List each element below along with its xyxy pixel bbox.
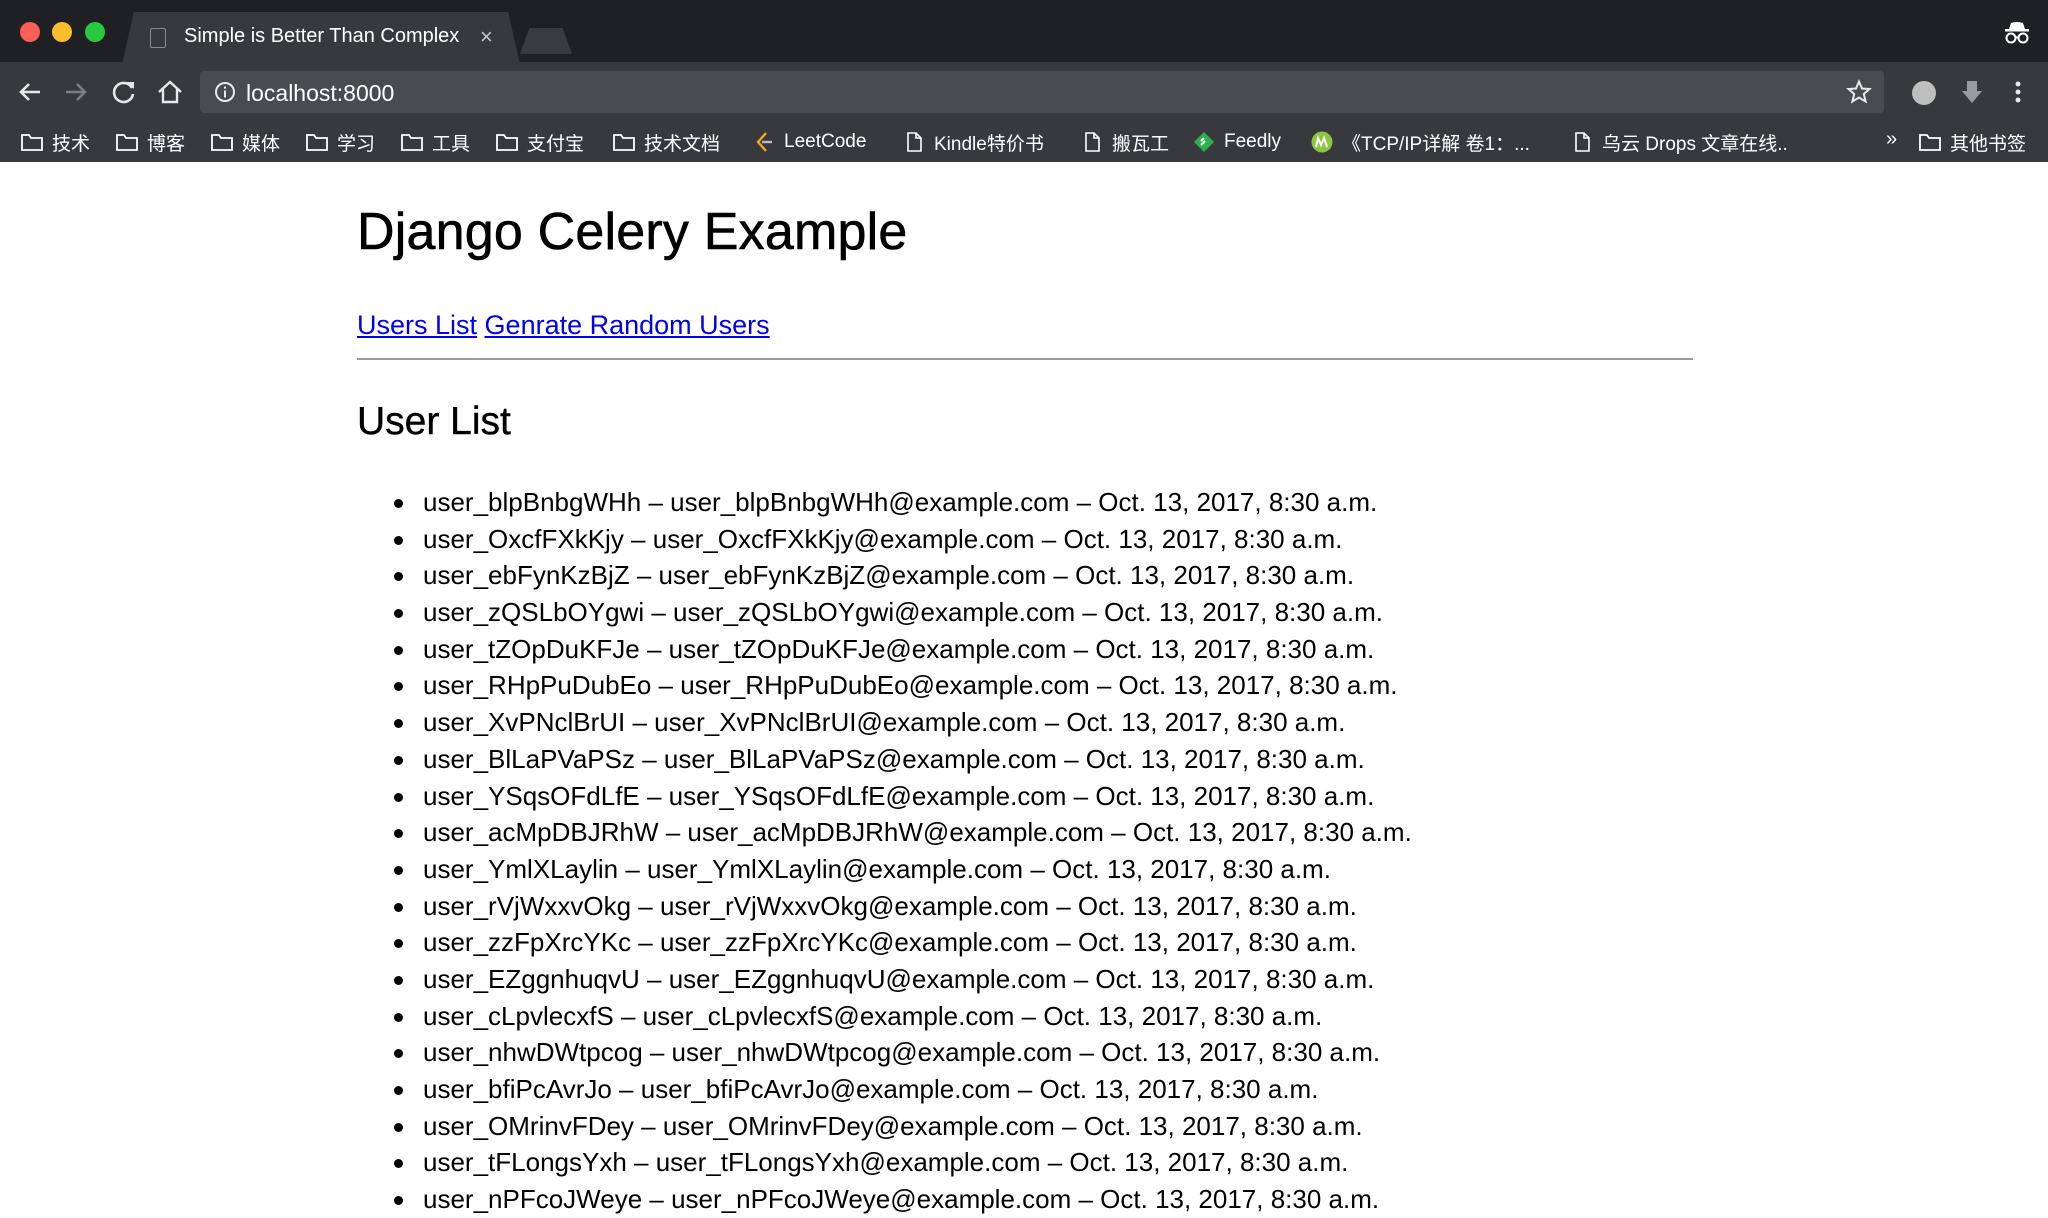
list-item: user_zzFpXrcYKc – user_zzFpXrcYKc@exampl… bbox=[357, 924, 1412, 961]
bookmark-item[interactable]: 学习 bbox=[305, 128, 375, 156]
bookmark-label: 搬瓦工 bbox=[1112, 133, 1170, 155]
section-title: User List bbox=[357, 400, 511, 443]
users-list-link[interactable]: Users List bbox=[357, 310, 477, 340]
folder-icon bbox=[613, 134, 635, 151]
bookmark-label: Kindle特价书 bbox=[934, 133, 1044, 155]
bookmark-label: 技术文档 bbox=[644, 133, 721, 155]
bookmarks-overflow-icon[interactable]: » bbox=[1886, 128, 1897, 151]
list-item: user_zQSLbOYgwi – user_zQSLbOYgwi@exampl… bbox=[357, 594, 1412, 631]
close-window-button[interactable] bbox=[20, 22, 40, 42]
title-bar: Simple is Better Than Complex × bbox=[0, 0, 2048, 64]
bookmark-label: LeetCode bbox=[784, 131, 867, 152]
incognito-icon[interactable] bbox=[2002, 20, 2032, 46]
list-item: user_YSqsOFdLfE – user_YSqsOFdLfE@exampl… bbox=[357, 778, 1412, 815]
list-item: user_bfiPcAvrJo – user_bfiPcAvrJo@exampl… bbox=[357, 1071, 1412, 1108]
reload-icon[interactable] bbox=[108, 76, 140, 108]
tab-title: Simple is Better Than Complex bbox=[184, 25, 460, 47]
extension-circle-icon[interactable] bbox=[1912, 81, 1936, 105]
forward-arrow-icon[interactable] bbox=[60, 76, 92, 108]
page-icon bbox=[1575, 132, 1590, 152]
divider bbox=[357, 358, 1693, 360]
bookmark-star-icon[interactable] bbox=[1846, 79, 1872, 105]
download-arrow-icon[interactable] bbox=[1958, 78, 1986, 106]
list-item: user_RHpPuDubEo – user_RHpPuDubEo@exampl… bbox=[357, 667, 1412, 704]
bookmark-item[interactable]: Kindle特价书 bbox=[902, 128, 1044, 156]
list-item: user_nPFcoJWeye – user_nPFcoJWeye@exampl… bbox=[357, 1181, 1412, 1218]
leetcode-icon bbox=[756, 132, 772, 152]
page-nav: Users List Genrate Random Users bbox=[357, 310, 770, 341]
bookmark-item[interactable]: 支付宝 bbox=[495, 128, 584, 156]
bookmark-label: 乌云 Drops 文章在线.. bbox=[1602, 133, 1788, 155]
bookmark-item[interactable]: 技术 bbox=[20, 128, 90, 156]
bookmark-label: 支付宝 bbox=[527, 133, 585, 155]
bookmark-label: Feedly bbox=[1224, 131, 1282, 152]
list-item: user_BlLaPVaPSz – user_BlLaPVaPSz@exampl… bbox=[357, 741, 1412, 778]
list-item: user_tFLongsYxh – user_tFLongsYxh@exampl… bbox=[357, 1144, 1412, 1181]
folder-icon bbox=[496, 134, 518, 151]
minimize-window-button[interactable] bbox=[52, 22, 72, 42]
other-bookmarks-label: 其他书签 bbox=[1950, 133, 2027, 155]
bookmark-item[interactable]: 《TCP/IP详解 卷1：... bbox=[1310, 128, 1530, 156]
bookmark-label: 技术 bbox=[52, 133, 91, 155]
tab-close-icon[interactable]: × bbox=[480, 24, 493, 50]
bookmark-label: 工具 bbox=[432, 133, 471, 155]
back-arrow-icon[interactable] bbox=[14, 76, 46, 108]
browser-toolbar: localhost:8000 bbox=[0, 62, 2048, 122]
other-bookmarks[interactable]: 其他书签 bbox=[1918, 128, 2026, 156]
page-icon bbox=[907, 132, 922, 152]
menu-dots-icon[interactable] bbox=[2008, 78, 2028, 106]
zoom-window-button[interactable] bbox=[85, 22, 105, 42]
folder-icon bbox=[116, 134, 138, 151]
bookmark-item[interactable]: 搬瓦工 bbox=[1080, 128, 1169, 156]
bookmark-item[interactable]: 媒体 bbox=[210, 128, 280, 156]
list-item: user_acMpDBJRhW – user_acMpDBJRhW@exampl… bbox=[357, 814, 1412, 851]
list-item: user_YmlXLaylin – user_YmlXLaylin@exampl… bbox=[357, 851, 1412, 888]
generate-users-link[interactable]: Genrate Random Users bbox=[485, 310, 770, 340]
page-title: Django Celery Example bbox=[357, 203, 908, 262]
folder-icon bbox=[401, 134, 423, 151]
bookmarks-bar: 技术 博客 媒体 学习 工具 支付宝 技术文档 LeetCode Kindle特… bbox=[0, 122, 2048, 162]
bookmark-item[interactable]: 技术文档 bbox=[612, 128, 720, 156]
list-item: user_rVjWxxvOkg – user_rVjWxxvOkg@exampl… bbox=[357, 888, 1412, 925]
new-tab-button[interactable] bbox=[520, 28, 572, 54]
bookmark-item[interactable]: 工具 bbox=[400, 128, 470, 156]
page-favicon-icon bbox=[150, 28, 166, 48]
bookmark-item[interactable]: LeetCode bbox=[752, 128, 866, 156]
address-bar[interactable]: localhost:8000 bbox=[200, 71, 1884, 113]
bookmark-label: 《TCP/IP详解 卷1：... bbox=[1342, 133, 1530, 155]
list-item: user_blpBnbgWHh – user_blpBnbgWHh@exampl… bbox=[357, 484, 1412, 521]
user-list: user_blpBnbgWHh – user_blpBnbgWHh@exampl… bbox=[357, 484, 1412, 1218]
bookmark-item[interactable]: 乌云 Drops 文章在线.. bbox=[1570, 128, 1788, 156]
list-item: user_ebFynKzBjZ – user_ebFynKzBjZ@exampl… bbox=[357, 557, 1412, 594]
list-item: user_nhwDWtpcog – user_nhwDWtpcog@exampl… bbox=[357, 1034, 1412, 1071]
list-item: user_OMrinvFDey – user_OMrinvFDey@exampl… bbox=[357, 1108, 1412, 1145]
folder-icon bbox=[306, 134, 328, 151]
folder-icon bbox=[211, 134, 233, 151]
browser-chrome: Simple is Better Than Complex × localhos… bbox=[0, 0, 2048, 162]
page-icon bbox=[1085, 132, 1100, 152]
m-icon bbox=[1311, 131, 1333, 153]
bookmark-label: 学习 bbox=[337, 133, 376, 155]
bookmark-label: 媒体 bbox=[242, 133, 281, 155]
address-url[interactable]: localhost:8000 bbox=[246, 80, 394, 107]
list-item: user_cLpvlecxfS – user_cLpvlecxfS@exampl… bbox=[357, 998, 1412, 1035]
list-item: user_OxcfFXkKjy – user_OxcfFXkKjy@exampl… bbox=[357, 521, 1412, 558]
home-icon[interactable] bbox=[154, 76, 186, 108]
bookmark-label: 博客 bbox=[147, 133, 186, 155]
bookmark-item[interactable]: Feedly bbox=[1192, 128, 1281, 156]
folder-icon bbox=[21, 134, 43, 151]
list-item: user_XvPNclBrUI – user_XvPNclBrUI@exampl… bbox=[357, 704, 1412, 741]
list-item: user_EZggnhuqvU – user_EZggnhuqvU@exampl… bbox=[357, 961, 1412, 998]
folder-icon bbox=[1919, 134, 1941, 151]
bookmark-item[interactable]: 博客 bbox=[115, 128, 185, 156]
feedly-icon bbox=[1194, 132, 1214, 152]
list-item: user_tZOpDuKFJe – user_tZOpDuKFJe@exampl… bbox=[357, 631, 1412, 668]
info-icon[interactable] bbox=[214, 81, 236, 103]
